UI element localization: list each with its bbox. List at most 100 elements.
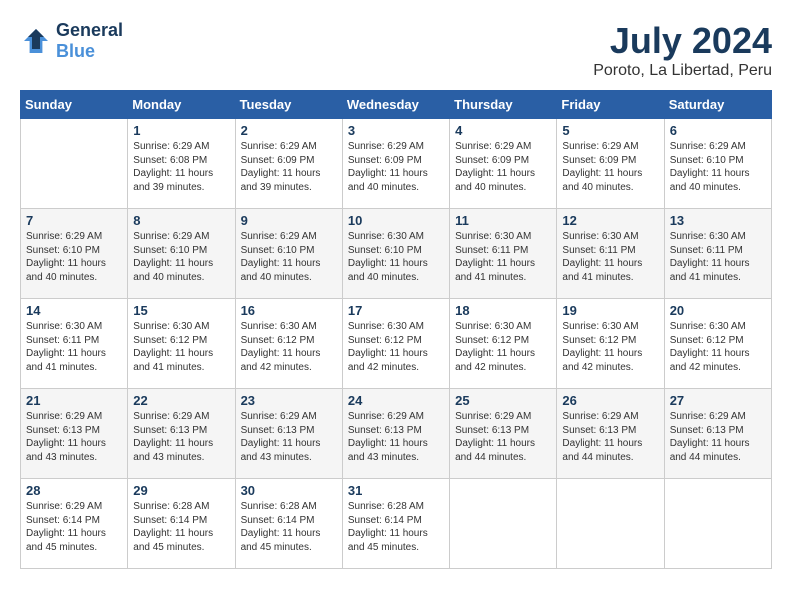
day-number: 5 bbox=[562, 123, 658, 138]
calendar-cell: 22 Sunrise: 6:29 AM Sunset: 6:13 PM Dayli… bbox=[128, 389, 235, 479]
day-number: 19 bbox=[562, 303, 658, 318]
day-number: 31 bbox=[348, 483, 444, 498]
day-detail: Sunrise: 6:30 AM Sunset: 6:11 PM Dayligh… bbox=[26, 320, 122, 374]
calendar-cell: 7Sunrise: 6:29 AM Sunset: 6:10 PM Daylig… bbox=[21, 209, 128, 299]
week-row-3: 14 Sunrise: 6:30 AM Sunset: 6:11 PM Dayli… bbox=[21, 299, 772, 389]
day-detail: Sunrise: 6:28 AM Sunset: 6:14 PM Dayligh… bbox=[348, 500, 444, 554]
weekday-header-thursday: Thursday bbox=[450, 91, 557, 119]
day-number: 3 bbox=[348, 123, 444, 138]
day-number: 2 bbox=[241, 123, 337, 138]
calendar-cell: 21 Sunrise: 6:29 AM Sunset: 6:13 PM Dayli… bbox=[21, 389, 128, 479]
calendar-cell bbox=[557, 479, 664, 569]
day-detail: Sunrise: 6:29 AM Sunset: 6:14 PM Dayligh… bbox=[26, 500, 122, 554]
title-block: July 2024 Poroto, La Libertad, Peru bbox=[593, 20, 772, 80]
weekday-header-friday: Friday bbox=[557, 91, 664, 119]
calendar-cell: 19 Sunrise: 6:30 AM Sunset: 6:12 PM Dayli… bbox=[557, 299, 664, 389]
day-number: 15 bbox=[133, 303, 229, 318]
calendar-cell bbox=[664, 479, 771, 569]
calendar-cell: 31 Sunrise: 6:28 AM Sunset: 6:14 PM Dayli… bbox=[342, 479, 449, 569]
day-number: 10 bbox=[348, 213, 444, 228]
calendar-cell: 12 Sunrise: 6:30 AM Sunset: 6:11 PM Dayli… bbox=[557, 209, 664, 299]
day-number: 28 bbox=[26, 483, 122, 498]
day-detail: Sunrise: 6:29 AM Sunset: 6:09 PM Dayligh… bbox=[562, 140, 658, 194]
day-number: 27 bbox=[670, 393, 766, 408]
day-detail: Sunrise: 6:29 AM Sunset: 6:13 PM Dayligh… bbox=[348, 410, 444, 464]
day-detail: Sunrise: 6:30 AM Sunset: 6:12 PM Dayligh… bbox=[241, 320, 337, 374]
calendar-cell: 3Sunrise: 6:29 AM Sunset: 6:09 PM Daylig… bbox=[342, 119, 449, 209]
day-number: 16 bbox=[241, 303, 337, 318]
calendar-cell: 17 Sunrise: 6:30 AM Sunset: 6:12 PM Dayli… bbox=[342, 299, 449, 389]
day-number: 30 bbox=[241, 483, 337, 498]
day-number: 14 bbox=[26, 303, 122, 318]
weekday-header-sunday: Sunday bbox=[21, 91, 128, 119]
day-detail: Sunrise: 6:30 AM Sunset: 6:10 PM Dayligh… bbox=[348, 230, 444, 284]
week-row-1: 1Sunrise: 6:29 AM Sunset: 6:08 PM Daylig… bbox=[21, 119, 772, 209]
weekday-header-saturday: Saturday bbox=[664, 91, 771, 119]
day-detail: Sunrise: 6:29 AM Sunset: 6:13 PM Dayligh… bbox=[241, 410, 337, 464]
day-number: 12 bbox=[562, 213, 658, 228]
day-number: 9 bbox=[241, 213, 337, 228]
day-detail: Sunrise: 6:30 AM Sunset: 6:12 PM Dayligh… bbox=[455, 320, 551, 374]
day-detail: Sunrise: 6:29 AM Sunset: 6:13 PM Dayligh… bbox=[26, 410, 122, 464]
calendar-cell: 26 Sunrise: 6:29 AM Sunset: 6:13 PM Dayli… bbox=[557, 389, 664, 479]
calendar-cell: 18 Sunrise: 6:30 AM Sunset: 6:12 PM Dayli… bbox=[450, 299, 557, 389]
day-number: 8 bbox=[133, 213, 229, 228]
day-detail: Sunrise: 6:30 AM Sunset: 6:11 PM Dayligh… bbox=[670, 230, 766, 284]
weekday-header-row: SundayMondayTuesdayWednesdayThursdayFrid… bbox=[21, 91, 772, 119]
calendar-cell: 24 Sunrise: 6:29 AM Sunset: 6:13 PM Dayli… bbox=[342, 389, 449, 479]
calendar-cell: 23Sunrise: 6:29 AM Sunset: 6:13 PM Dayli… bbox=[235, 389, 342, 479]
day-number: 24 bbox=[348, 393, 444, 408]
month-year: July 2024 bbox=[593, 20, 772, 62]
day-number: 1 bbox=[133, 123, 229, 138]
day-number: 18 bbox=[455, 303, 551, 318]
calendar-cell: 9 Sunrise: 6:29 AM Sunset: 6:10 PM Daylig… bbox=[235, 209, 342, 299]
day-detail: Sunrise: 6:29 AM Sunset: 6:09 PM Dayligh… bbox=[241, 140, 337, 194]
day-detail: Sunrise: 6:28 AM Sunset: 6:14 PM Dayligh… bbox=[133, 500, 229, 554]
day-number: 25 bbox=[455, 393, 551, 408]
day-detail: Sunrise: 6:30 AM Sunset: 6:11 PM Dayligh… bbox=[562, 230, 658, 284]
day-detail: Sunrise: 6:30 AM Sunset: 6:11 PM Dayligh… bbox=[455, 230, 551, 284]
day-number: 21 bbox=[26, 393, 122, 408]
weekday-header-monday: Monday bbox=[128, 91, 235, 119]
day-detail: Sunrise: 6:29 AM Sunset: 6:10 PM Dayligh… bbox=[26, 230, 122, 284]
day-detail: Sunrise: 6:30 AM Sunset: 6:12 PM Dayligh… bbox=[348, 320, 444, 374]
day-detail: Sunrise: 6:30 AM Sunset: 6:12 PM Dayligh… bbox=[133, 320, 229, 374]
day-detail: Sunrise: 6:30 AM Sunset: 6:12 PM Dayligh… bbox=[562, 320, 658, 374]
calendar-cell: 1Sunrise: 6:29 AM Sunset: 6:08 PM Daylig… bbox=[128, 119, 235, 209]
calendar-table: SundayMondayTuesdayWednesdayThursdayFrid… bbox=[20, 90, 772, 569]
calendar-cell bbox=[21, 119, 128, 209]
week-row-5: 28 Sunrise: 6:29 AM Sunset: 6:14 PM Dayli… bbox=[21, 479, 772, 569]
calendar-cell: 28 Sunrise: 6:29 AM Sunset: 6:14 PM Dayli… bbox=[21, 479, 128, 569]
calendar-cell: 5 Sunrise: 6:29 AM Sunset: 6:09 PM Daylig… bbox=[557, 119, 664, 209]
calendar-cell: 8Sunrise: 6:29 AM Sunset: 6:10 PM Daylig… bbox=[128, 209, 235, 299]
day-number: 17 bbox=[348, 303, 444, 318]
day-detail: Sunrise: 6:29 AM Sunset: 6:13 PM Dayligh… bbox=[455, 410, 551, 464]
calendar-cell: 4 Sunrise: 6:29 AM Sunset: 6:09 PM Daylig… bbox=[450, 119, 557, 209]
calendar-cell: 2 Sunrise: 6:29 AM Sunset: 6:09 PM Daylig… bbox=[235, 119, 342, 209]
day-detail: Sunrise: 6:29 AM Sunset: 6:10 PM Dayligh… bbox=[241, 230, 337, 284]
calendar-cell: 11Sunrise: 6:30 AM Sunset: 6:11 PM Dayli… bbox=[450, 209, 557, 299]
calendar-cell: 20 Sunrise: 6:30 AM Sunset: 6:12 PM Dayli… bbox=[664, 299, 771, 389]
day-detail: Sunrise: 6:29 AM Sunset: 6:09 PM Dayligh… bbox=[455, 140, 551, 194]
page-header: General Blue July 2024 Poroto, La Libert… bbox=[20, 20, 772, 80]
calendar-cell: 13Sunrise: 6:30 AM Sunset: 6:11 PM Dayli… bbox=[664, 209, 771, 299]
day-number: 20 bbox=[670, 303, 766, 318]
calendar-cell: 15 Sunrise: 6:30 AM Sunset: 6:12 PM Dayli… bbox=[128, 299, 235, 389]
calendar-cell: 14 Sunrise: 6:30 AM Sunset: 6:11 PM Dayli… bbox=[21, 299, 128, 389]
calendar-cell bbox=[450, 479, 557, 569]
day-detail: Sunrise: 6:30 AM Sunset: 6:12 PM Dayligh… bbox=[670, 320, 766, 374]
calendar-cell: 27Sunrise: 6:29 AM Sunset: 6:13 PM Dayli… bbox=[664, 389, 771, 479]
calendar-cell: 6Sunrise: 6:29 AM Sunset: 6:10 PM Daylig… bbox=[664, 119, 771, 209]
calendar-cell: 16 Sunrise: 6:30 AM Sunset: 6:12 PM Dayli… bbox=[235, 299, 342, 389]
logo-icon bbox=[20, 25, 52, 57]
day-number: 22 bbox=[133, 393, 229, 408]
calendar-cell: 29Sunrise: 6:28 AM Sunset: 6:14 PM Dayli… bbox=[128, 479, 235, 569]
day-detail: Sunrise: 6:29 AM Sunset: 6:13 PM Dayligh… bbox=[562, 410, 658, 464]
day-number: 4 bbox=[455, 123, 551, 138]
calendar-cell: 25 Sunrise: 6:29 AM Sunset: 6:13 PM Dayli… bbox=[450, 389, 557, 479]
day-detail: Sunrise: 6:28 AM Sunset: 6:14 PM Dayligh… bbox=[241, 500, 337, 554]
logo-text: General Blue bbox=[56, 20, 123, 62]
day-number: 6 bbox=[670, 123, 766, 138]
day-number: 26 bbox=[562, 393, 658, 408]
day-detail: Sunrise: 6:29 AM Sunset: 6:13 PM Dayligh… bbox=[133, 410, 229, 464]
